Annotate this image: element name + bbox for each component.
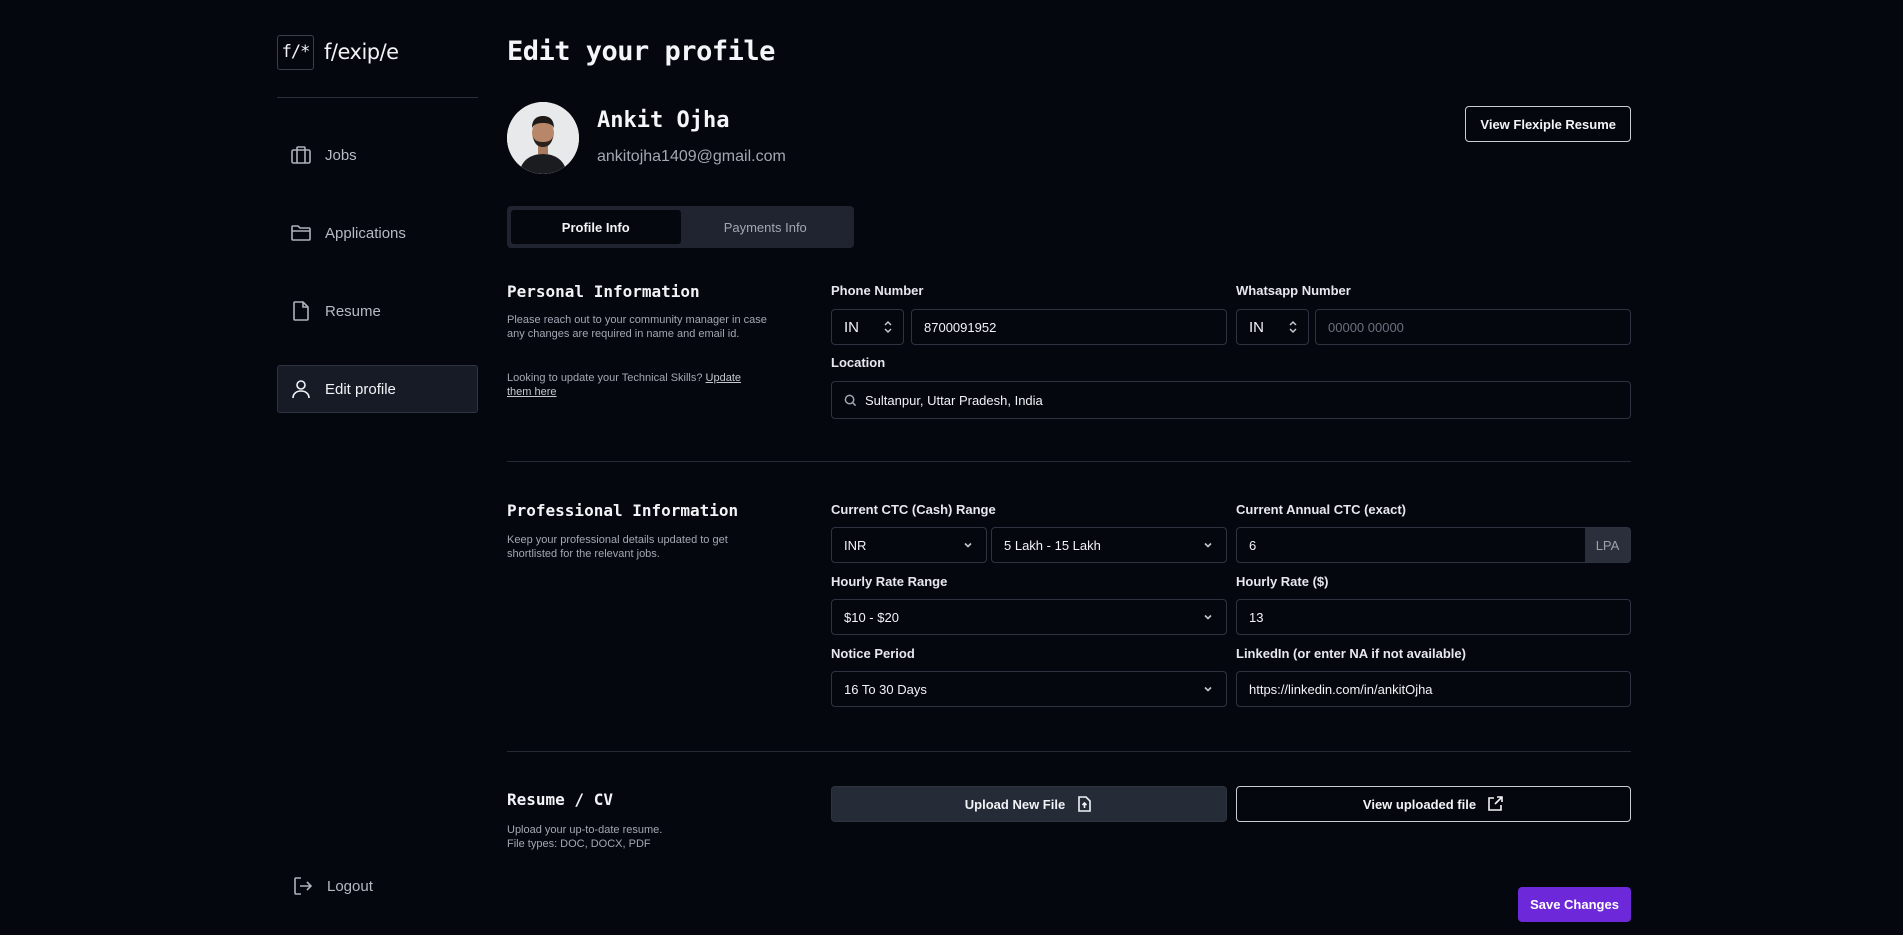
location-value: Sultanpur, Uttar Pradesh, India	[865, 392, 1043, 408]
personal-section-title: Personal Information	[507, 282, 700, 301]
view-file-label: View uploaded file	[1362, 796, 1477, 812]
professional-section-title: Professional Information	[507, 501, 739, 520]
hourly-rate-input[interactable]: 13	[1236, 599, 1631, 635]
sidebar-item-resume[interactable]: Resume	[277, 287, 478, 335]
whatsapp-country-value: IN	[1249, 318, 1264, 336]
whatsapp-label: Whatsapp Number	[1236, 283, 1351, 298]
linkedin-input[interactable]: https://linkedin.com/in/ankitOjha	[1236, 671, 1631, 707]
hourly-rate-label: Hourly Rate ($)	[1236, 574, 1329, 589]
hourly-range-select[interactable]: $10 - $20	[831, 599, 1227, 635]
ctc-exact-label: Current Annual CTC (exact)	[1236, 502, 1406, 517]
notice-period-select[interactable]: 16 To 30 Days	[831, 671, 1227, 707]
brand-name: f/exip/e	[324, 40, 399, 64]
sidebar-item-jobs[interactable]: Jobs	[277, 131, 478, 179]
ctc-currency-value: INR	[844, 537, 867, 553]
skills-prompt: Looking to update your Technical Skills?	[507, 372, 703, 384]
hourly-range-label: Hourly Rate Range	[831, 574, 948, 589]
ctc-unit-suffix: LPA	[1585, 527, 1631, 563]
avatar	[507, 102, 579, 174]
whatsapp-country-select[interactable]: IN	[1236, 309, 1309, 345]
ctc-range-value: 5 Lakh - 15 Lakh	[1004, 537, 1101, 553]
sidebar-item-label: Jobs	[325, 146, 357, 164]
ctc-range-label: Current CTC (Cash) Range	[831, 502, 996, 517]
user-icon	[292, 380, 310, 399]
folder-icon	[291, 225, 311, 241]
resume-section-title: Resume / CV	[507, 790, 613, 809]
linkedin-label: LinkedIn (or enter NA if not available)	[1236, 646, 1466, 661]
upload-new-file-button[interactable]: Upload New File	[831, 786, 1227, 822]
location-label: Location	[831, 355, 886, 370]
sidebar-item-label: Edit profile	[325, 380, 396, 398]
hourly-range-value: $10 - $20	[844, 609, 899, 625]
chevron-down-icon	[1204, 542, 1212, 548]
chevron-down-icon	[1204, 614, 1212, 620]
chevron-down-icon	[964, 542, 972, 548]
resume-file-types: File types: DOC, DOCX, PDF	[507, 838, 651, 850]
ctc-range-select[interactable]: 5 Lakh - 15 Lakh	[991, 527, 1227, 563]
logout-icon	[294, 877, 313, 895]
upload-label: Upload New File	[964, 796, 1066, 812]
sidebar-item-label: Applications	[325, 224, 406, 242]
sidebar-item-applications[interactable]: Applications	[277, 209, 478, 257]
logout-button[interactable]: Logout	[291, 874, 373, 898]
sidebar-item-edit-profile[interactable]: Edit profile	[277, 365, 478, 413]
page-title: Edit your profile	[507, 36, 775, 67]
profile-email: ankitojha1409@gmail.com	[597, 148, 786, 165]
location-input[interactable]: Sultanpur, Uttar Pradesh, India	[831, 381, 1631, 419]
sidebar-item-label: Resume	[325, 302, 381, 320]
professional-section-desc: Keep your professional details updated t…	[507, 534, 728, 560]
skills-update-note: Looking to update your Technical Skills?…	[507, 371, 767, 399]
logout-label: Logout	[327, 877, 373, 895]
ctc-exact-input[interactable]: 6	[1236, 527, 1586, 563]
ctc-currency-select[interactable]: INR	[831, 527, 987, 563]
document-icon	[293, 301, 309, 321]
phone-input[interactable]: 8700091952	[911, 309, 1227, 345]
file-upload-icon	[1078, 796, 1092, 812]
sidebar-nav: Jobs Applications Resume Edit profile	[277, 131, 478, 443]
phone-label: Phone Number	[831, 283, 924, 298]
resume-section-desc: Upload your up-to-date resume.	[507, 824, 663, 836]
whatsapp-input[interactable]: 00000 00000	[1315, 309, 1631, 345]
phone-country-value: IN	[844, 318, 859, 336]
chevron-down-icon	[1204, 686, 1212, 692]
personal-section-desc: Please reach out to your community manag…	[507, 314, 767, 340]
save-changes-button[interactable]: Save Changes	[1518, 887, 1631, 922]
notice-period-label: Notice Period	[831, 646, 915, 661]
view-flexiple-resume-button[interactable]: View Flexiple Resume	[1465, 106, 1631, 142]
profile-header: Ankit Ojha ankitojha1409@gmail.com View …	[507, 102, 1631, 174]
tab-profile-info[interactable]: Profile Info	[511, 210, 681, 244]
view-uploaded-file-button[interactable]: View uploaded file	[1236, 786, 1631, 822]
external-link-icon	[1488, 796, 1503, 811]
brand-logo[interactable]: f/* f/exip/e	[277, 34, 478, 70]
section-divider	[507, 461, 1631, 462]
brand-mark-icon: f/*	[277, 34, 314, 70]
avatar-image	[507, 102, 579, 174]
phone-country-select[interactable]: IN	[831, 309, 904, 345]
briefcase-icon	[291, 146, 311, 164]
profile-tabs: Profile Info Payments Info	[507, 206, 854, 248]
profile-name: Ankit Ojha	[597, 108, 730, 133]
search-icon	[844, 394, 857, 406]
section-divider	[507, 751, 1631, 752]
main-content: Edit your profile Ankit Ojha ankitojha14…	[507, 0, 1631, 935]
updown-chevron-icon	[884, 320, 892, 334]
updown-chevron-icon	[1289, 320, 1297, 334]
tab-payments-info[interactable]: Payments Info	[681, 210, 851, 244]
sidebar: f/* f/exip/e Jobs Applications Resume Ed…	[277, 34, 478, 924]
sidebar-divider	[277, 97, 478, 98]
notice-period-value: 16 To 30 Days	[844, 681, 927, 697]
